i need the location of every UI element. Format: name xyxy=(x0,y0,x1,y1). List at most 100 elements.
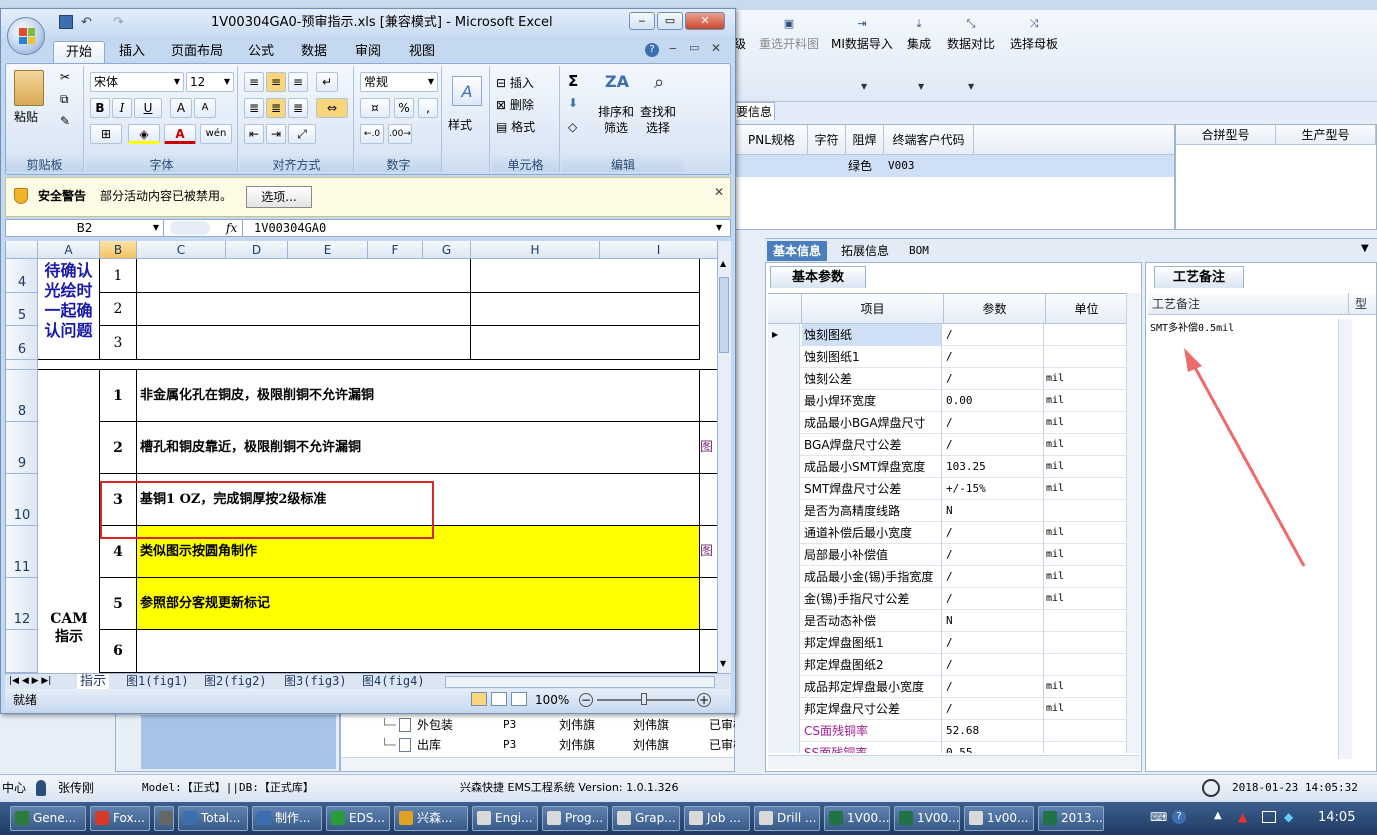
paste-button[interactable]: 粘贴 xyxy=(14,108,38,125)
tray-network-icon[interactable] xyxy=(1262,811,1276,823)
maximize-button[interactable]: ▭ xyxy=(657,12,683,30)
param-unit[interactable] xyxy=(1046,720,1128,742)
sheet-nav-icons[interactable]: |◀ ◀ ▶ ▶| xyxy=(9,674,51,689)
row-indicator[interactable] xyxy=(768,368,800,390)
taskbar-button[interactable]: 1V00... xyxy=(894,806,960,831)
page-break-view-icon[interactable] xyxy=(511,692,527,706)
formula-bar-handle[interactable] xyxy=(170,221,210,235)
column-header[interactable]: PNL规格 xyxy=(736,125,808,155)
zoom-in-icon[interactable]: + xyxy=(697,693,711,707)
param-value[interactable]: / xyxy=(944,544,1044,566)
param-value[interactable]: +/-15% xyxy=(944,478,1044,500)
column-header-unit[interactable]: 单位 xyxy=(1046,294,1128,324)
column-header-i[interactable]: I xyxy=(600,241,717,259)
column-header-f[interactable]: F xyxy=(368,241,423,259)
copy-icon[interactable]: ⧉ xyxy=(60,92,69,107)
param-item[interactable]: 邦定焊盘图纸1 xyxy=(802,632,942,654)
param-unit[interactable]: mil xyxy=(1046,478,1128,500)
row-header[interactable]: 8 xyxy=(6,370,38,422)
pending-number[interactable]: 2 xyxy=(100,293,137,326)
ribbon-minimize-icon[interactable]: ‒ xyxy=(669,41,677,55)
tab-basic-params[interactable]: 基本参数 xyxy=(770,266,866,288)
figure-ref-cell[interactable] xyxy=(700,474,717,526)
fill-icon[interactable]: ⬇ xyxy=(568,96,578,110)
align-bottom-icon[interactable]: ≡ xyxy=(288,72,308,92)
param-value[interactable]: / xyxy=(944,368,1044,390)
param-item[interactable]: SS面残铜率 xyxy=(802,742,942,753)
row-header[interactable]: 6 xyxy=(6,326,38,360)
params-row[interactable]: 通道补偿后最小宽度 / mil xyxy=(768,522,1128,544)
find-select-icon[interactable]: ⌕ xyxy=(646,72,672,98)
process-note-text[interactable]: SMT多补偿0.5mil xyxy=(1150,319,1234,334)
column-header[interactable]: 字符 xyxy=(808,125,846,155)
tab-view[interactable]: 视图 xyxy=(399,41,445,63)
toolbar-btn-mi-import[interactable]: ⇥ MI数据导入 xyxy=(831,18,893,52)
sheet-tab-fig4[interactable]: 图4(fig4) xyxy=(359,674,428,690)
section-label-pending[interactable]: 待确认光绘时一起确认问题 xyxy=(38,259,100,360)
pending-text-cell[interactable] xyxy=(137,293,471,326)
name-box[interactable]: B2 ▼ xyxy=(6,220,164,236)
scroll-thumb[interactable] xyxy=(719,277,729,353)
param-value[interactable]: / xyxy=(944,346,1044,368)
align-top-icon[interactable]: ≡ xyxy=(244,72,264,92)
param-item[interactable]: 成品邦定焊盘最小宽度 xyxy=(802,676,942,698)
borders-icon[interactable]: ⊞ xyxy=(90,124,122,144)
params-row[interactable]: 成品最小BGA焊盘尺寸 / mil xyxy=(768,412,1128,434)
params-row[interactable]: 是否为高精度线路 N xyxy=(768,500,1128,522)
taskbar-button[interactable]: Prog... xyxy=(542,806,608,831)
tray-keyboard-icon[interactable]: ⌨ xyxy=(1150,810,1167,824)
tray-app2-icon[interactable]: ◆ xyxy=(1284,810,1293,824)
tab-bom[interactable]: BOM xyxy=(903,241,935,261)
param-unit[interactable] xyxy=(1046,324,1128,346)
shrink-font-button[interactable]: A xyxy=(194,98,216,118)
save-icon[interactable] xyxy=(59,15,73,29)
params-row[interactable]: ▶ 蚀刻图纸 / xyxy=(768,324,1128,346)
instruction-text[interactable]: 参照部分客规更新标记 xyxy=(137,578,700,630)
table-row[interactable]: 绿色 V003 xyxy=(736,155,1174,177)
grow-font-button[interactable]: A xyxy=(170,98,192,118)
autosum-icon[interactable]: Σ xyxy=(568,72,578,90)
column-header[interactable]: 终端客户代码 xyxy=(884,125,974,155)
redo-icon[interactable]: ↷ xyxy=(113,9,124,37)
param-item[interactable]: 是否动态补偿 xyxy=(802,610,942,632)
taskbar-button[interactable]: Gene... xyxy=(10,806,86,831)
row-header[interactable]: 11 xyxy=(6,526,38,578)
row-indicator[interactable] xyxy=(768,434,800,456)
row-indicator[interactable]: ▶ xyxy=(768,324,800,346)
row-indicator[interactable] xyxy=(768,544,800,566)
tree-horizontal-scrollbar[interactable] xyxy=(341,757,734,771)
row-indicator[interactable] xyxy=(768,390,800,412)
params-row[interactable]: 最小焊环宽度 0.00 mil xyxy=(768,390,1128,412)
row-header[interactable] xyxy=(6,630,38,673)
number-format-select[interactable]: 常规 ▼ xyxy=(360,72,438,92)
param-item[interactable]: 成品最小SMT焊盘宽度 xyxy=(802,456,942,478)
taskbar-button[interactable]: Total... xyxy=(178,806,248,831)
comma-button[interactable]: , xyxy=(418,98,438,118)
param-item[interactable]: BGA焊盘尺寸公差 xyxy=(802,434,942,456)
tab-data[interactable]: 数据 xyxy=(291,41,337,63)
pending-note-cell[interactable] xyxy=(471,293,700,326)
spacer-row[interactable] xyxy=(38,360,717,370)
column-header-g[interactable]: G xyxy=(423,241,471,259)
normal-view-icon[interactable] xyxy=(471,692,487,706)
instruction-text[interactable]: 槽孔和铜皮靠近，极限削铜不允许漏铜 xyxy=(137,422,700,474)
row-indicator[interactable] xyxy=(768,456,800,478)
toolbar-btn-select-master[interactable]: ⤨ 选择母板 xyxy=(1010,18,1058,52)
sort-filter-icon[interactable]: ZA xyxy=(602,72,632,98)
percent-button[interactable]: % xyxy=(394,98,414,118)
pending-number[interactable]: 1 xyxy=(100,259,137,293)
column-header-c[interactable]: C xyxy=(137,241,226,259)
row-header[interactable]: 10 xyxy=(6,474,38,526)
toolbar-btn-integrate[interactable]: ⤓ 集成 xyxy=(907,18,931,52)
param-item[interactable]: 邦定焊盘尺寸公差 xyxy=(802,698,942,720)
param-value[interactable]: / xyxy=(944,522,1044,544)
styles-button[interactable]: 样式 xyxy=(448,116,472,133)
param-item[interactable]: 金(锡)手指尺寸公差 xyxy=(802,588,942,610)
column-header-e[interactable]: E xyxy=(288,241,368,259)
figure-ref-cell[interactable]: 图 xyxy=(700,526,717,578)
column-header-value[interactable]: 参数 xyxy=(944,294,1046,324)
params-row[interactable]: 邦定焊盘图纸2/ xyxy=(768,654,1128,676)
params-row[interactable]: 金(锡)手指尺寸公差 / mil xyxy=(768,588,1128,610)
toolbar-btn-reselect-cutting[interactable]: ▣ 重选开料图 xyxy=(759,18,819,52)
param-unit[interactable]: mil xyxy=(1046,522,1128,544)
